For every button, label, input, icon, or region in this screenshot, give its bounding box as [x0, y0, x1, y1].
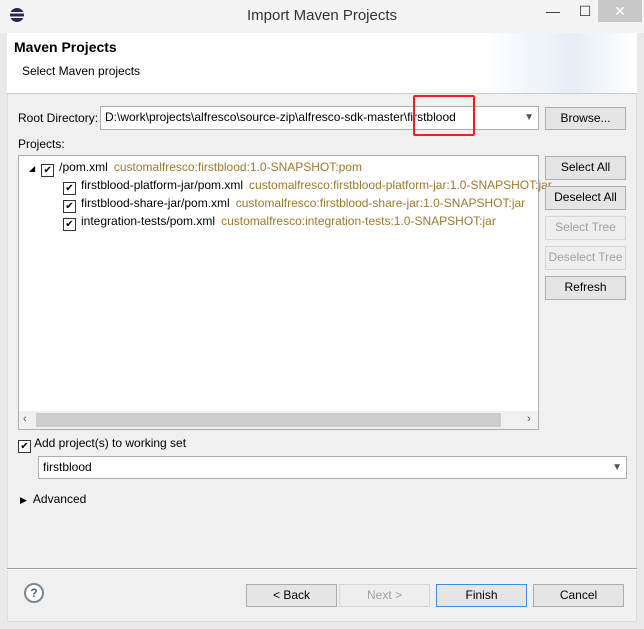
item-path: integration-tests/pom.xml [81, 214, 216, 228]
tree-item[interactable]: ✔ firstblood-platform-jar/pom.xml customal… [63, 178, 552, 195]
item-gav: customalfresco:firstblood:1.0-SNAPSHOT:p… [113, 160, 362, 174]
deselect-all-button[interactable]: Deselect All [545, 186, 626, 210]
back-button[interactable]: < Back [246, 584, 337, 607]
close-button[interactable]: ✕ [598, 0, 642, 22]
minimize-button[interactable]: — [538, 0, 568, 22]
page-title: Maven Projects [14, 39, 117, 55]
root-directory-label: Root Directory: [18, 111, 99, 125]
tree-item[interactable]: ◢ ✔ /pom.xml customalfresco:firstblood:1.0-… [29, 160, 362, 177]
working-set-checkbox[interactable]: ✔ Add project(s) to working set [18, 436, 186, 453]
deselect-tree-button[interactable]: Deselect Tree [545, 246, 626, 270]
chevron-down-icon: ▼ [524, 112, 534, 123]
help-icon[interactable]: ? [24, 583, 44, 603]
finish-button[interactable]: Finish [436, 584, 527, 607]
title-bar: Import Maven Projects — ☐ ✕ [0, 0, 644, 33]
checkbox[interactable]: ✔ [41, 164, 55, 177]
working-set-combo[interactable]: firstblood ▼ [38, 456, 627, 479]
expand-right-icon: ▶ [20, 495, 27, 505]
browse-button[interactable]: Browse... [545, 107, 626, 130]
checkbox[interactable]: ✔ [63, 182, 76, 195]
checkbox[interactable]: ✔ [63, 200, 76, 213]
root-path-prefix: D:\work\projects\alfresco\source-zip\alf… [105, 110, 408, 124]
select-all-button[interactable]: Select All [545, 156, 626, 180]
cancel-button[interactable]: Cancel [533, 584, 624, 607]
checkbox[interactable]: ✔ [63, 218, 76, 231]
scroll-left-icon[interactable]: ‹ [23, 413, 27, 425]
item-gav: customalfresco:integration-tests:1.0-SNA… [221, 214, 496, 228]
tree-item[interactable]: ✔ firstblood-share-jar/pom.xml customalfre… [63, 196, 525, 213]
select-tree-button[interactable]: Select Tree [545, 216, 626, 240]
item-path: firstblood-platform-jar/pom.xml [81, 178, 244, 192]
checkbox[interactable]: ✔ [18, 440, 31, 453]
horizontal-scrollbar[interactable]: ‹ › [19, 411, 538, 429]
wizard-header: Maven Projects Select Maven projects [7, 33, 637, 94]
scroll-right-icon[interactable]: › [527, 413, 531, 425]
item-path: firstblood-share-jar/pom.xml [81, 196, 230, 210]
working-set-label: Add project(s) to working set [34, 436, 187, 450]
next-button[interactable]: Next > [339, 584, 430, 607]
item-gav: customalfresco:firstblood-share-jar:1.0-… [235, 196, 526, 210]
projects-label: Projects: [18, 137, 65, 151]
tree-item[interactable]: ✔ integration-tests/pom.xml customalfresco… [63, 214, 496, 231]
refresh-button[interactable]: Refresh [545, 276, 626, 300]
chevron-down-icon: ▼ [612, 462, 622, 473]
footer-divider [7, 568, 637, 570]
page-subtitle: Select Maven projects [22, 64, 141, 78]
advanced-label: Advanced [32, 492, 87, 506]
highlight-box [413, 95, 475, 136]
advanced-toggle[interactable]: ▶ Advanced [20, 492, 86, 506]
projects-tree[interactable]: ◢ ✔ /pom.xml customalfresco:firstblood:1.0-… [18, 155, 552, 430]
maximize-button[interactable]: ☐ [570, 0, 600, 22]
item-path: /pom.xml [59, 160, 108, 174]
expand-icon[interactable]: ◢ [29, 164, 35, 173]
scrollbar-thumb[interactable] [36, 413, 501, 427]
working-set-value: firstblood [43, 460, 92, 474]
item-gav: customalfresco:firstblood-platform-jar:1… [249, 178, 552, 192]
